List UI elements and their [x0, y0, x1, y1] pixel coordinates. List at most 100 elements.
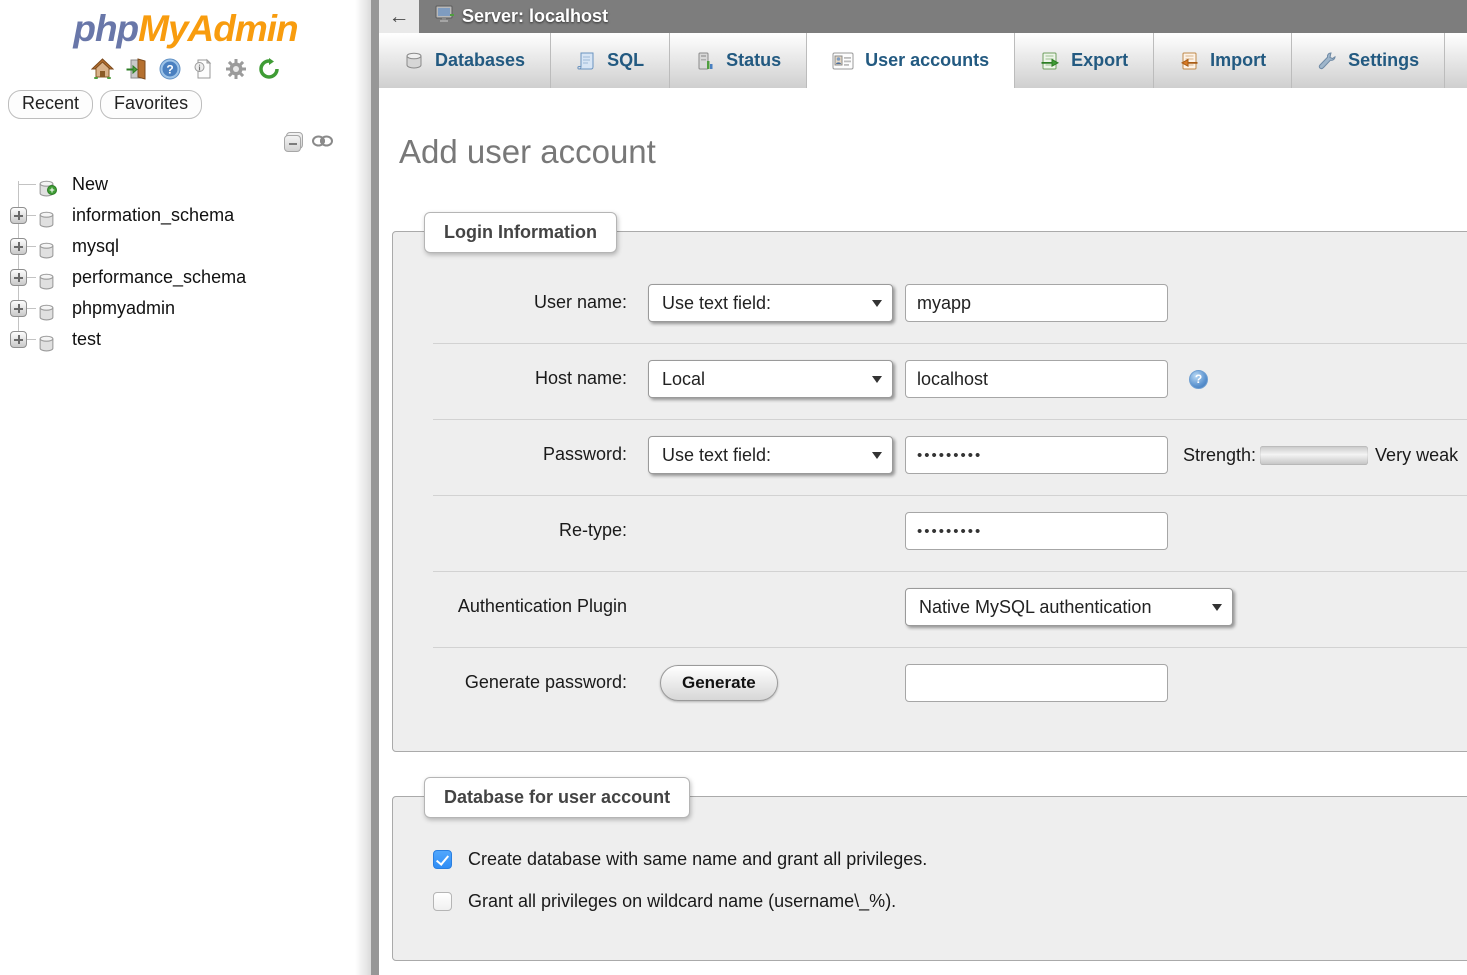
tab-bar: Databases SQL Status User accounts Expor…: [379, 33, 1467, 88]
svg-text:?: ?: [166, 63, 173, 77]
tab-label: Databases: [435, 50, 525, 71]
tab-export[interactable]: Export: [1015, 33, 1154, 88]
sql-icon: [576, 51, 596, 71]
tree-item-label: mysql: [72, 236, 119, 256]
tree-item-test[interactable]: test: [0, 324, 371, 355]
link-with-main-icon[interactable]: [312, 134, 333, 152]
docs-icon[interactable]: i: [192, 58, 214, 80]
status-icon: [695, 51, 715, 71]
tab-label: SQL: [607, 50, 644, 71]
strength-text: Very weak: [1375, 445, 1458, 466]
tab-label: User accounts: [865, 50, 989, 71]
create-database-label: Create database with same name and grant…: [468, 849, 927, 870]
expand-icon[interactable]: [10, 269, 27, 286]
tree-item-label: test: [72, 329, 101, 349]
database-for-user-legend: Database for user account: [424, 777, 690, 818]
logo-php: php: [73, 8, 138, 49]
select-value: Use text field:: [662, 293, 771, 314]
phpmyadmin-logo[interactable]: phpMyAdmin: [0, 0, 371, 50]
chevron-down-icon: [872, 452, 882, 459]
tab-status[interactable]: Status: [670, 33, 807, 88]
tree-item-performance-schema[interactable]: performance_schema: [0, 262, 371, 293]
help-icon[interactable]: ?: [159, 58, 181, 80]
retype-label: Re-type:: [433, 512, 627, 541]
settings-icon[interactable]: [225, 58, 247, 80]
generate-button[interactable]: Generate: [660, 665, 778, 701]
databases-icon: [404, 51, 424, 71]
tab-settings[interactable]: Settings: [1292, 33, 1445, 88]
tree-tools: [0, 132, 333, 153]
collapse-all-icon[interactable]: [284, 132, 303, 153]
user-name-type-select[interactable]: Use text field:: [648, 284, 893, 322]
tree-item-label: phpmyadmin: [72, 298, 175, 318]
expand-icon[interactable]: [10, 238, 27, 255]
grant-wildcard-option: Grant all privileges on wildcard name (u…: [433, 881, 1467, 923]
chevron-down-icon: [872, 300, 882, 307]
tree-branch-line: [19, 184, 36, 185]
tab-label: Import: [1210, 50, 1266, 71]
refresh-icon[interactable]: [258, 58, 280, 80]
host-name-input[interactable]: [905, 360, 1168, 398]
expand-icon[interactable]: [10, 331, 27, 348]
tree-item-new[interactable]: + New: [0, 169, 371, 200]
auth-plugin-row: Authentication Plugin Native MySQL authe…: [433, 571, 1467, 647]
tab-import[interactable]: Import: [1154, 33, 1292, 88]
host-name-label: Host name:: [433, 360, 627, 389]
user-name-label: User name:: [433, 284, 627, 313]
favorites-button[interactable]: Favorites: [100, 90, 202, 119]
home-icon[interactable]: [91, 58, 114, 80]
server-breadcrumb[interactable]: Server: localhost: [435, 5, 608, 28]
chevron-down-icon: [1212, 604, 1222, 611]
plus-badge-icon: +: [47, 185, 57, 195]
password-input[interactable]: [905, 436, 1168, 474]
expand-icon[interactable]: [10, 207, 27, 224]
create-database-checkbox[interactable]: [433, 850, 452, 869]
tab-databases[interactable]: Databases: [379, 33, 551, 88]
grant-wildcard-label: Grant all privileges on wildcard name (u…: [468, 891, 896, 912]
user-name-input[interactable]: [905, 284, 1168, 322]
topbar: ← Server: localhost: [379, 0, 1467, 33]
generate-password-label: Generate password:: [433, 664, 627, 693]
main-panel: ← Server: localhost Databases SQL Status…: [379, 0, 1467, 961]
strength-label: Strength:: [1183, 445, 1256, 466]
password-type-select[interactable]: Use text field:: [648, 436, 893, 474]
select-value: Use text field:: [662, 445, 771, 466]
generated-password-input[interactable]: [905, 664, 1168, 702]
import-icon: [1179, 51, 1199, 71]
sidebar-resize-divider[interactable]: [371, 0, 379, 975]
host-name-type-select[interactable]: Local: [648, 360, 893, 398]
database-for-user-fieldset: Database for user account Create databas…: [392, 796, 1467, 961]
tree-item-information-schema[interactable]: information_schema: [0, 200, 371, 231]
tree-item-label: information_schema: [72, 205, 234, 225]
host-name-row: Host name: Local ?: [433, 343, 1467, 419]
auth-plugin-label: Authentication Plugin: [433, 588, 627, 617]
recent-button[interactable]: Recent: [8, 90, 93, 119]
logo-myadmin: MyAdmin: [138, 8, 298, 49]
select-value: Native MySQL authentication: [919, 597, 1151, 618]
password-label: Password:: [433, 436, 627, 465]
chevron-down-icon: [872, 376, 882, 383]
back-button[interactable]: ←: [379, 0, 419, 33]
generate-password-row: Generate password: Generate: [433, 647, 1467, 723]
expand-icon[interactable]: [10, 300, 27, 317]
tab-user-accounts[interactable]: User accounts: [807, 33, 1015, 88]
strength-meter: [1260, 446, 1368, 465]
user-accounts-icon: [832, 52, 854, 70]
database-icon: [38, 331, 55, 362]
tab-sql[interactable]: SQL: [551, 33, 670, 88]
retype-password-input[interactable]: [905, 512, 1168, 550]
tab-label: Settings: [1348, 50, 1419, 71]
sidebar-quick-lists: Recent Favorites: [8, 90, 371, 119]
tab-label: Export: [1071, 50, 1128, 71]
logout-icon[interactable]: [125, 58, 148, 80]
tree-item-phpmyadmin[interactable]: phpmyadmin: [0, 293, 371, 324]
tab-label: Status: [726, 50, 781, 71]
export-icon: [1040, 51, 1060, 71]
server-title-text: Server: localhost: [462, 6, 608, 27]
password-row: Password: Use text field: Strength: Very…: [433, 419, 1467, 495]
grant-wildcard-checkbox[interactable]: [433, 892, 452, 911]
help-icon[interactable]: ?: [1189, 370, 1208, 389]
retype-row: Re-type:: [433, 495, 1467, 571]
tree-item-mysql[interactable]: mysql: [0, 231, 371, 262]
auth-plugin-select[interactable]: Native MySQL authentication: [905, 588, 1233, 626]
